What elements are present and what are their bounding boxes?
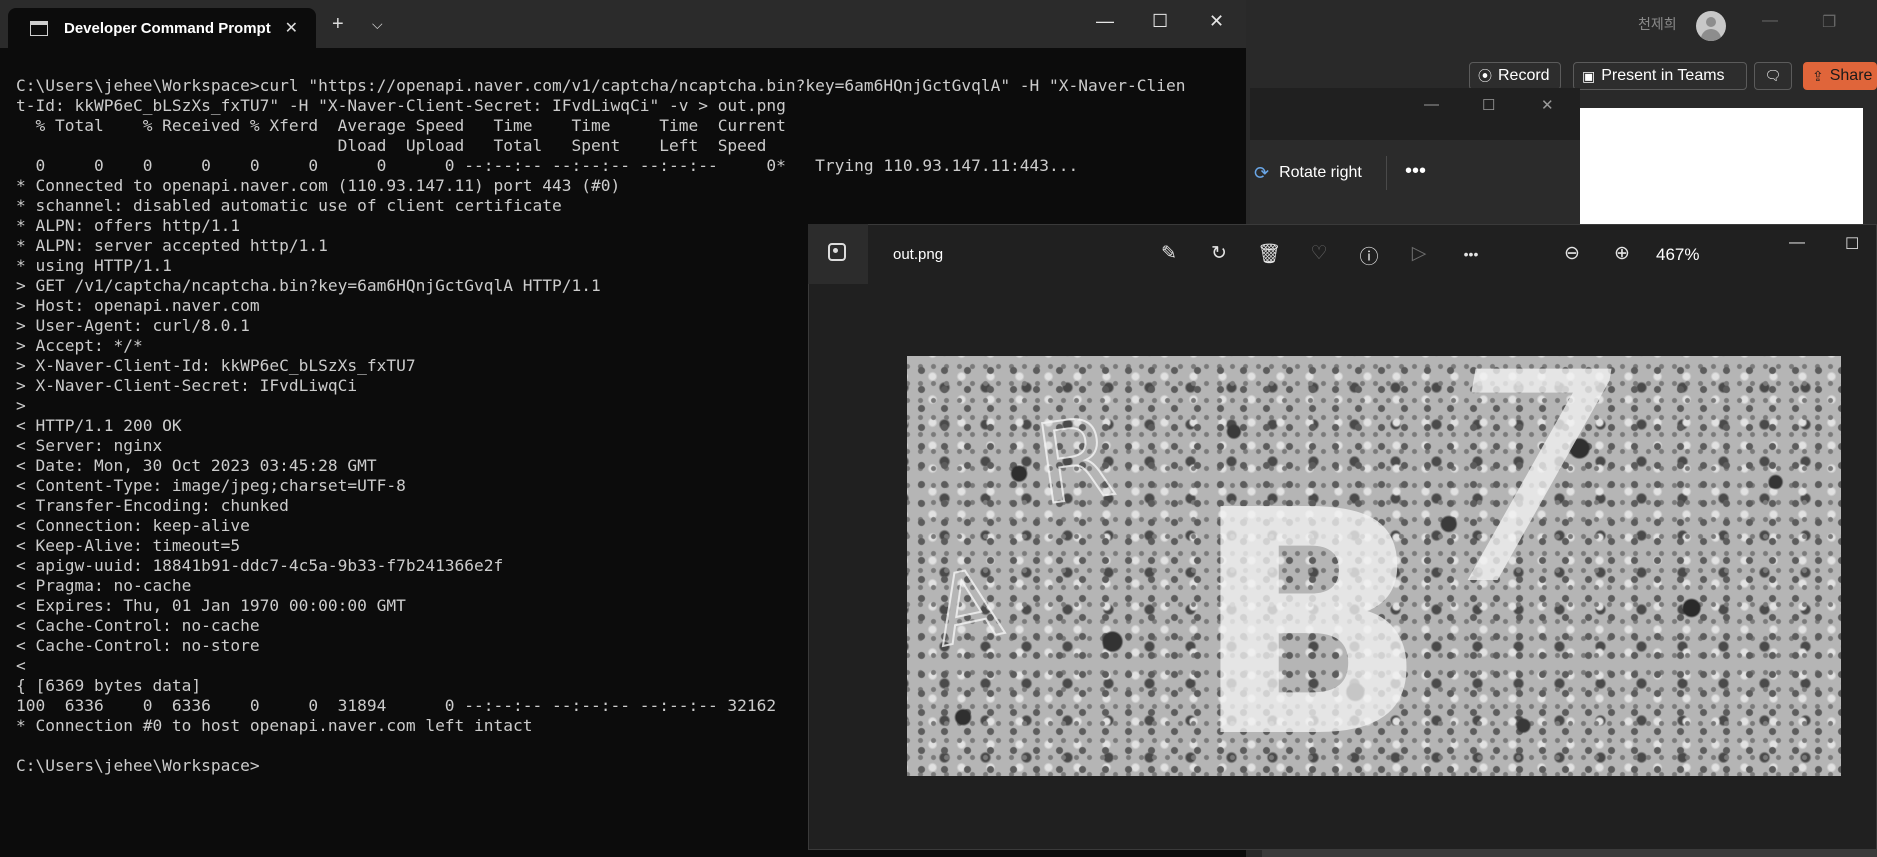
terminal-line: < Date: Mon, 30 Oct 2023 03:45:28 GMT (16, 456, 377, 475)
record-label: Record (1498, 67, 1550, 84)
slideshow-icon[interactable]: ▷ (1406, 242, 1432, 265)
terminal-line: 0 0 0 0 0 0 0 0 --:--:-- --:--:-- --:--:… (16, 156, 1079, 175)
terminal-tab[interactable]: Developer Command Prompt ✕ (8, 8, 316, 48)
edit-more-icon[interactable]: ••• (1405, 160, 1426, 183)
terminal-line: < apigw-uuid: 18841b91-ddc7-4c5a-9b33-f7… (16, 556, 504, 575)
terminal-line: > GET /v1/captcha/ncaptcha.bin?key=6am6H… (16, 276, 601, 295)
terminal-line: < Cache-Control: no-store (16, 636, 260, 655)
terminal-minimize-icon[interactable]: — (1096, 11, 1114, 32)
more-icon[interactable]: ••• (1456, 246, 1486, 262)
terminal-line: > X-Naver-Client-Id: kkWP6eC_bLSzXs_fxTU… (16, 356, 416, 375)
terminal-line: < HTTP/1.1 200 OK (16, 416, 182, 435)
terminal-close-icon[interactable]: ✕ (1209, 11, 1224, 32)
terminal-line: > (16, 396, 26, 415)
zoom-out-icon[interactable]: ⊖ (1559, 242, 1585, 265)
terminal-line: * using HTTP/1.1 (16, 256, 172, 275)
user-name: 천제희 (1638, 16, 1677, 32)
terminal-line: Dload Upload Total Spent Left Speed (16, 136, 767, 155)
terminal-line: 100 6336 0 6336 0 0 31894 0 --:--:-- --:… (16, 696, 777, 715)
share-label: Share (1829, 67, 1873, 84)
viewer-minimize-icon[interactable]: — (1789, 234, 1805, 252)
rotate-right-icon: ⟳ (1254, 162, 1270, 183)
terminal-line: * Connection #0 to host openapi.naver.co… (16, 716, 533, 735)
present-in-teams-button[interactable]: ▣ Present in Teams (1573, 62, 1747, 90)
slide-preview (1580, 108, 1863, 228)
captcha-glyph-r: R (1027, 391, 1123, 530)
favorite-icon[interactable]: ♡ (1306, 242, 1332, 265)
zoom-level[interactable]: 467% (1656, 245, 1699, 265)
chevron-down-icon[interactable]: ⌵ (372, 16, 383, 33)
terminal-line: % Total % Received % Xferd Average Speed… (16, 116, 786, 135)
taskbar-edge (1262, 850, 1877, 857)
edit-minimize-icon[interactable]: — (1424, 96, 1439, 113)
edit-image-icon[interactable]: ✎ (1156, 242, 1182, 265)
share-button[interactable]: ⇪ Share (1803, 62, 1877, 90)
avatar[interactable] (1696, 11, 1726, 41)
terminal-line: < Keep-Alive: timeout=5 (16, 536, 241, 555)
terminal-line: C:\Users\jehee\Workspace>curl "https://o… (16, 76, 1186, 95)
rotate-icon[interactable]: ↻ (1206, 242, 1232, 265)
file-name: out.png (893, 246, 944, 263)
bg-restore-icon[interactable]: ❐ (1822, 12, 1836, 32)
terminal-line: > Accept: */* (16, 336, 143, 355)
gallery-icon (828, 243, 846, 261)
terminal-maximize-icon[interactable]: ☐ (1152, 11, 1168, 32)
terminal-line: > User-Agent: curl/8.0.1 (16, 316, 250, 335)
terminal-line: { [6369 bytes data] (16, 676, 202, 695)
terminal-line: < Cache-Control: no-cache (16, 616, 260, 635)
terminal-line: < Expires: Thu, 01 Jan 1970 00:00:00 GMT (16, 596, 406, 615)
comment-icon: 🗨 (1764, 68, 1782, 83)
terminal-line: < Server: nginx (16, 436, 163, 455)
delete-icon[interactable]: 🗑 (1256, 242, 1282, 266)
record-icon: ⦿ (1478, 68, 1492, 84)
terminal-line: * Connected to openapi.naver.com (110.93… (16, 176, 621, 195)
terminal-line: < Pragma: no-cache (16, 576, 192, 595)
record-button[interactable]: ⦿ Record (1469, 62, 1561, 90)
info-icon[interactable]: ⓘ (1356, 242, 1382, 269)
toolbar-divider (1386, 156, 1387, 190)
rotate-right-button[interactable]: ⟳ Rotate right (1250, 160, 1362, 186)
zoom-in-icon[interactable]: ⊕ (1609, 242, 1635, 265)
bg-minimize-icon[interactable]: — (1762, 12, 1778, 30)
viewer-maximize-icon[interactable]: ☐ (1845, 234, 1859, 254)
terminal-line: > X-Naver-Client-Secret: IFvdLiwqCi (16, 376, 358, 395)
teams-present-icon: ▣ (1582, 67, 1596, 84)
terminal-line: C:\Users\jehee\Workspace> (16, 756, 260, 775)
edit-window-titlebar (1250, 88, 1580, 140)
terminal-line: < Connection: keep-alive (16, 516, 250, 535)
comment-button[interactable]: 🗨 (1754, 62, 1792, 90)
terminal-icon (30, 20, 48, 36)
captcha-image: R B 7 A (907, 356, 1841, 776)
terminal-line: * ALPN: offers http/1.1 (16, 216, 241, 235)
terminal-line: < (16, 656, 26, 675)
terminal-line: < Transfer-Encoding: chunked (16, 496, 289, 515)
edit-maximize-icon[interactable]: ☐ (1482, 96, 1495, 114)
tab-title: Developer Command Prompt (64, 19, 271, 37)
rotate-right-label: Rotate right (1279, 164, 1362, 181)
terminal-line: * ALPN: server accepted http/1.1 (16, 236, 328, 255)
captcha-glyph-a: A (923, 546, 1011, 669)
edit-close-icon[interactable]: ✕ (1541, 96, 1554, 114)
terminal-line: < Content-Type: image/jpeg;charset=UTF-8 (16, 476, 406, 495)
terminal-line: * schannel: disabled automatic use of cl… (16, 196, 562, 215)
new-tab-icon[interactable]: + (332, 13, 344, 36)
terminal-line: > Host: openapi.naver.com (16, 296, 260, 315)
tab-close-icon[interactable]: ✕ (285, 18, 298, 38)
present-label: Present in Teams (1601, 67, 1725, 84)
terminal-line: t-Id: kkWP6eC_bLSzXs_fxTU7" -H "X-Naver-… (16, 96, 786, 115)
share-icon: ⇪ (1812, 67, 1824, 84)
captcha-glyph-b: B (1192, 445, 1429, 777)
captcha-glyph-7: 7 (1402, 356, 1647, 649)
